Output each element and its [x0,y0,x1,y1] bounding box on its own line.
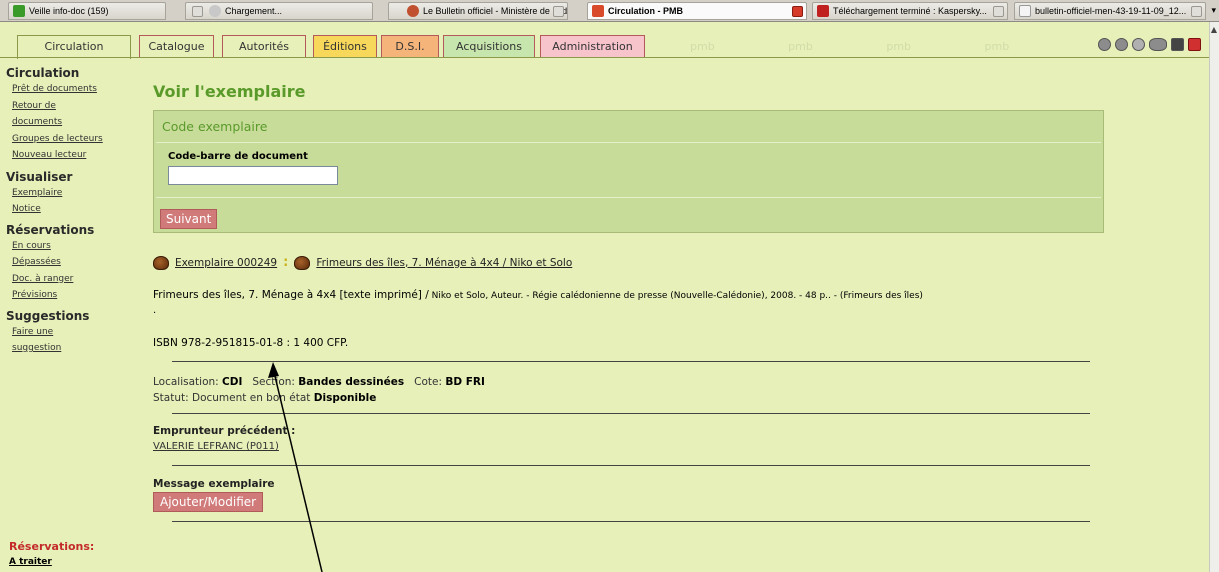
browser-tab-veille[interactable]: Veille info-doc (159) [8,2,166,20]
divider [172,361,1090,362]
browser-tab-loading[interactable]: Chargement... [185,2,373,20]
settings-icon[interactable] [1132,38,1145,51]
message-label: Message exemplaire [153,478,275,490]
cote-value: BD FRI [445,376,485,388]
barcode-label: Code-barre de document [168,151,308,162]
cote-label: Cote: [414,376,442,388]
sidebar-section-reservations: Réservations [6,222,95,237]
tab-editions[interactable]: Éditions [313,35,377,58]
browser-tab-pdf[interactable]: bulletin-officiel-men-43-19-11-09_12... [1014,2,1206,20]
sidebar-section-visualiser: Visualiser [6,169,73,184]
isbn-text: ISBN 978-2-951815-01-8 : 1 400 CFP. [153,337,349,349]
sidebar-item-suggestion[interactable]: suggestion [6,340,141,357]
menu-divider [0,57,1210,58]
refresh-icon[interactable] [1098,38,1111,51]
emprunteur-label: Emprunteur précédent : [153,425,296,437]
sidebar-item-faire-une[interactable]: Faire une [6,324,141,341]
ministry-icon [407,5,419,17]
green-plus-icon [13,5,25,17]
sidebar-section-circulation: Circulation [6,66,80,80]
sidebar-item-doc-a-ranger[interactable]: Doc. à ranger [6,271,141,288]
localisation-value: CDI [222,376,243,388]
section-value: Bandes dessinées [298,376,405,388]
notice-description: Frimeurs des îles, 7. Ménage à 4x4 [text… [153,289,923,301]
sidebar-item-previsions[interactable]: Prévisions [6,287,141,304]
loading-icon [209,5,221,17]
statut-text: Document en bon état [192,392,311,404]
notice-link[interactable]: Frimeurs des îles, 7. Ménage à 4x4 / Nik… [316,257,572,269]
notice-title: Frimeurs des îles, 7. Ménage à 4x4 [text… [153,289,429,301]
basket-icon [153,255,169,270]
save-icon[interactable] [1171,38,1184,51]
sidebar-section-suggestions: Suggestions [6,308,90,323]
sidebar: Circulation Prêt de documents Retour de … [6,64,141,357]
ghost-tab-watermark: pmb pmb pmb pmb [690,40,1010,53]
basket-icon [294,255,311,270]
reservations-heading: Réservations: [9,540,95,553]
a-traiter-link[interactable]: A traiter [9,557,52,567]
page-title: Voir l'exemplaire [153,82,306,101]
close-icon[interactable] [993,6,1004,17]
tab-catalogue[interactable]: Catalogue [139,35,214,58]
localisation-label: Localisation: [153,376,219,388]
statut-value: Disponible [313,392,377,404]
sidebar-item-notice[interactable]: Notice [6,201,141,218]
help-icon[interactable] [1115,38,1128,51]
tab-autorites[interactable]: Autorités [222,35,306,58]
notice-details: Niko et Solo, Auteur. - Régie calédonien… [431,291,923,301]
close-tab-icon[interactable] [792,6,803,17]
divider [172,465,1090,466]
browser-tab-bulletin[interactable]: Le Bulletin officiel - Ministère de l'Ed… [388,2,568,20]
divider [156,142,1101,143]
divider [156,197,1101,198]
close-icon[interactable] [553,6,564,17]
browser-tab-download[interactable]: Téléchargement terminé : Kaspersky... [812,2,1008,20]
localisation-block: Localisation: CDI Section: Bandes dessin… [153,374,485,406]
sidebar-item-nouveau-lecteur[interactable]: Nouveau lecteur [6,147,141,164]
browser-tab-bar: Veille info-doc (159) Chargement... Le B… [0,0,1219,22]
tab-acquisitions[interactable]: Acquisitions [443,35,535,58]
sidebar-item-exemplaire[interactable]: Exemplaire [6,185,141,202]
suivant-button[interactable]: Suivant [160,209,218,229]
tab-administration[interactable]: Administration [540,35,645,58]
scroll-up-arrow-icon[interactable]: ▲ [1209,22,1219,38]
emprunteur-link[interactable]: VALERIE LEFRANC (P011) [153,441,279,452]
vertical-scrollbar[interactable] [1209,22,1219,572]
tab-dsi[interactable]: D.S.I. [381,35,439,58]
document-icon [1019,5,1031,17]
close-icon[interactable] [192,5,203,17]
sidebar-item-pret[interactable]: Prêt de documents [6,81,141,98]
tab-circulation[interactable]: Circulation [17,35,131,59]
browser-tab-circulation[interactable]: Circulation - PMB [587,2,807,20]
ajouter-modifier-button[interactable]: Ajouter/Modifier [153,492,264,512]
close-icon[interactable] [1191,6,1202,17]
sidebar-item-retour-cont[interactable]: documents [6,114,141,131]
statut-label: Statut: [153,392,189,404]
sidebar-item-en-cours[interactable]: En cours [6,238,141,255]
divider [172,413,1090,414]
form-title: Code exemplaire [162,119,268,134]
section-label: Section: [252,376,295,388]
sidebar-item-groupes[interactable]: Groupes de lecteurs [6,131,141,148]
separator: : [283,255,289,270]
sidebar-item-depassees[interactable]: Dépassées [6,254,141,271]
opac-icon[interactable] [1149,38,1167,51]
code-exemplaire-form: Code exemplaire Code-barre de document S… [153,110,1104,233]
pmb-icon [592,5,604,17]
exemplaire-link[interactable]: Exemplaire 000249 [175,257,277,269]
app-toolbar-icons [1098,38,1201,51]
barcode-input[interactable] [168,166,338,185]
divider [172,521,1090,522]
download-icon [817,5,829,17]
sidebar-item-retour[interactable]: Retour de [6,98,141,115]
exemplaire-header: Exemplaire 000249 : Frimeurs des îles, 7… [153,255,572,270]
notice-dot: . [153,305,157,316]
tab-list-arrow-icon[interactable]: ▾ [1211,5,1216,16]
close-icon[interactable] [1188,38,1201,51]
